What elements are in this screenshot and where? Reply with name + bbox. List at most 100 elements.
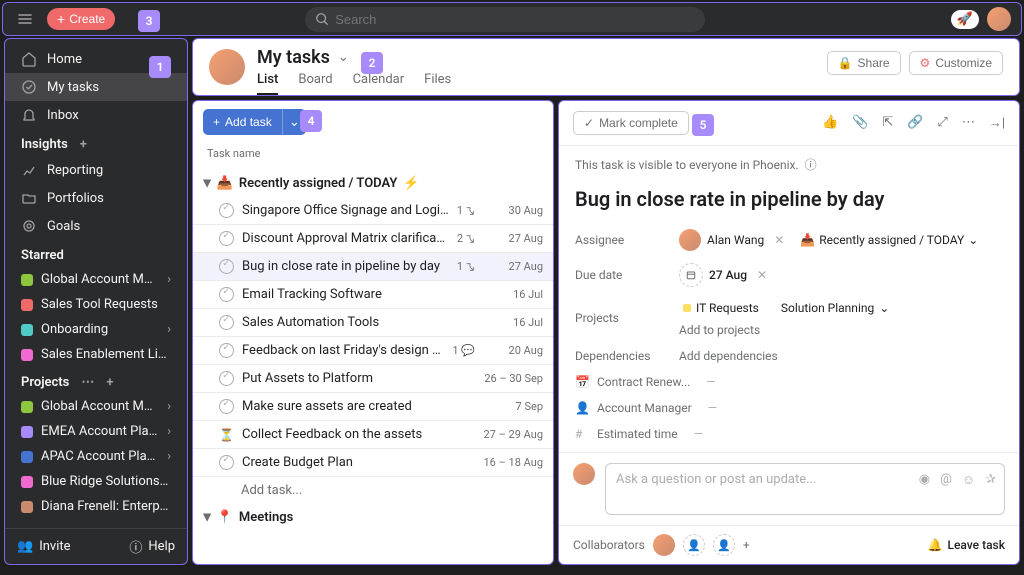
task-section-header[interactable]: ▶📍Meetings [193,504,553,531]
upgrade-pill[interactable]: 🚀 [951,10,979,29]
like-icon[interactable]: 👍 [822,115,838,131]
nav-label: Home [47,52,82,67]
project-tag[interactable]: IT Requests [679,299,763,317]
user-avatar[interactable] [987,7,1011,31]
sidebar-project-item[interactable]: Blue Ridge Solutions - A... [5,469,187,494]
mention-icon[interactable]: @ [940,472,952,488]
add-collaborator-plus[interactable]: + [743,538,750,552]
task-row[interactable]: Make sure assets are created7 Sep [193,393,553,421]
help-button[interactable]: ⓘ Help [129,537,175,556]
tab-calendar[interactable]: Calendar [353,72,405,95]
nav-portfolios[interactable]: Portfolios [5,184,187,212]
complete-checkbox[interactable] [219,287,234,302]
sidebar-project-item[interactable]: Diana Frenell: Enterprise... [5,494,187,519]
home-icon [21,51,37,67]
comment-count: 1 💬 [452,344,475,357]
task-row[interactable]: Discount Approval Matrix clarification2 … [193,225,553,253]
create-button[interactable]: Create [47,8,115,30]
leave-task-button[interactable]: 🔔 Leave task [928,538,1005,552]
section-selector[interactable]: 📥 Recently assigned / TODAY ⌄ [794,231,984,249]
section-title: Recently assigned / TODAY [239,176,398,191]
emoji-icon[interactable]: ☺ [962,472,975,488]
add-collaborator[interactable]: 👤 [683,534,705,556]
add-to-projects[interactable]: Add to projects [679,323,760,337]
info-icon[interactable]: ⓘ [805,156,817,173]
hourglass-icon[interactable]: ⏳ [219,427,234,442]
page-title: My tasks [257,47,330,68]
collaborator-avatar[interactable] [653,534,675,556]
subtask-icon[interactable]: ⇱ [882,115,893,131]
task-row[interactable]: Feedback on last Friday's design team pr… [193,337,553,365]
chevron-down-icon[interactable]: ⌄ [338,50,349,65]
nav-reporting[interactable]: Reporting [5,156,187,184]
nav-inbox[interactable]: Inbox [5,101,187,129]
hash-icon: # [575,427,589,441]
complete-checkbox[interactable] [219,315,234,330]
complete-checkbox[interactable] [219,231,234,246]
task-row[interactable]: ⏳Collect Feedback on the assets27 – 29 A… [193,421,553,449]
complete-checkbox[interactable] [219,399,234,414]
complete-checkbox[interactable] [219,203,234,218]
complete-checkbox[interactable] [219,259,234,274]
subtask-count: 1 [457,260,475,273]
sidebar-project-item[interactable]: Global Account Man...› [5,394,187,419]
sidebar-starred-item[interactable]: Sales Tool Requests [5,292,187,317]
bell-icon: 🔔 [928,538,943,552]
task-row[interactable]: Bug in close rate in pipeline by day1 27… [193,253,553,281]
star-icon[interactable]: ✰ [985,472,996,488]
complete-checkbox[interactable] [219,371,234,386]
invite-button[interactable]: 👥 Invite [17,537,71,556]
add-collaborator[interactable]: 👤 [713,534,735,556]
remove-date-icon[interactable]: ✕ [753,268,771,282]
record-icon[interactable]: ◉ [919,472,930,488]
add-task-button[interactable]: + Add task [203,109,282,135]
task-row[interactable]: Put Assets to Platform26 – 30 Sep [193,365,553,393]
subtask-count: 2 [457,232,475,245]
attachment-icon[interactable]: 📎 [852,115,868,131]
sidebar-starred-item[interactable]: Sales Enablement Library [5,342,187,367]
plus-icon[interactable]: + [106,375,113,390]
sidebar-starred-item[interactable]: Global Account Man...› [5,267,187,292]
sidebar-project-item[interactable]: EMEA Account Plans› [5,419,187,444]
tab-board[interactable]: Board [298,72,332,95]
more-icon[interactable]: ⋯ [962,115,975,131]
calendar-icon[interactable] [679,263,703,287]
add-dependencies[interactable]: Add dependencies [679,349,778,363]
project-tag[interactable]: Solution Planning ⌄ [777,299,893,317]
close-panel-icon[interactable]: →| [989,115,1005,131]
share-button[interactable]: 🔒 Share [827,51,901,75]
task-section-header[interactable]: ▶📥Recently assigned / TODAY⚡ [193,170,553,197]
more-icon[interactable]: ⋯ [81,375,94,390]
task-row[interactable]: Sales Automation Tools16 Jul [193,309,553,337]
task-row[interactable]: Create Budget Plan16 – 18 Aug [193,449,553,477]
custom-field-row[interactable]: #Estimated time— [559,421,1019,447]
menu-icon[interactable] [13,7,37,31]
plus-icon[interactable]: + [80,137,87,152]
custom-field-row[interactable]: 📅Contract Renew...— [559,369,1019,395]
comment-input[interactable]: Ask a question or post an update... ◉ @ … [605,463,1005,515]
tab-files[interactable]: Files [424,72,451,95]
nav-goals[interactable]: Goals [5,212,187,240]
customize-button[interactable]: ⚙ Customize [909,51,1003,75]
user-avatar[interactable] [209,49,245,85]
duedate-value[interactable]: 27 Aug [709,268,747,282]
remove-assignee-icon[interactable]: ✕ [770,233,788,247]
search-input[interactable] [305,7,705,32]
task-row[interactable]: Singapore Office Signage and Logistics1 … [193,197,553,225]
tab-list[interactable]: List [257,72,278,95]
assignee-chip[interactable]: Alan Wang ✕ [679,229,788,251]
complete-checkbox[interactable] [219,455,234,470]
sidebar-starred-item[interactable]: Onboarding› [5,317,187,342]
sidebar: Home My tasks Inbox Insights + Reporting… [4,38,188,565]
sidebar-project-item[interactable]: APAC Account Plans› [5,444,187,469]
section-insights: Insights + [5,129,187,156]
mark-complete-button[interactable]: ✓ Mark complete [573,111,689,135]
help-icon: ⓘ [129,537,142,556]
expand-icon[interactable]: ⤢ [937,115,947,131]
complete-checkbox[interactable] [219,343,234,358]
custom-field-row[interactable]: 👤Account Manager— [559,395,1019,421]
task-title[interactable]: Bug in close rate in pipeline by day [559,183,1019,223]
add-task-inline[interactable]: Add task... [193,477,553,504]
link-icon[interactable]: 🔗 [907,115,923,131]
task-row[interactable]: Email Tracking Software16 Jul [193,281,553,309]
